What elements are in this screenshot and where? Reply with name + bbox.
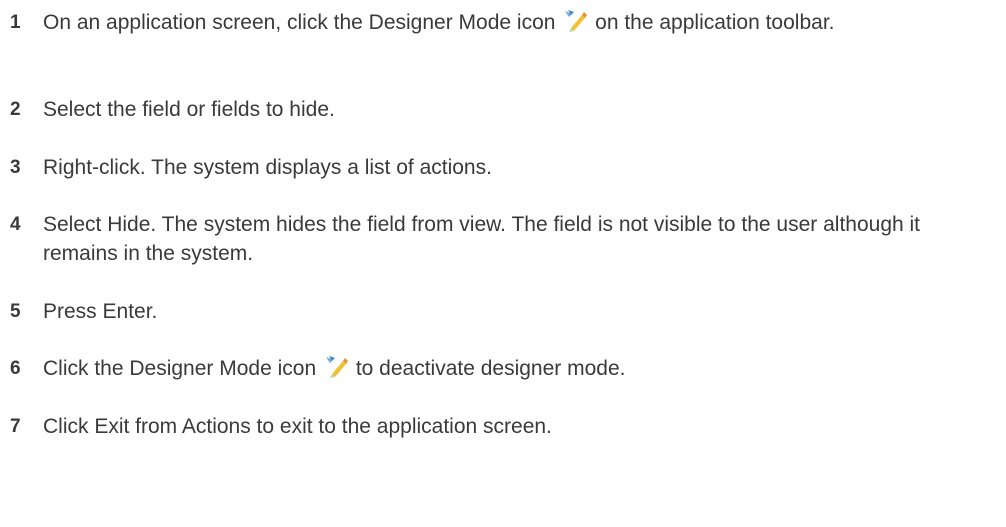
step-text-continued: on the application toolbar. [595,11,835,34]
step-6: 6 Click the Designer Mode icon to deacti… [10,354,1006,383]
step-text: On an application screen, click the Desi… [43,11,556,34]
step-number: 7 [10,416,21,437]
step-number: 5 [10,301,21,322]
step-3: 3 Right-click. The system displays a lis… [10,153,1006,182]
designer-mode-icon [323,354,349,380]
step-text: Press Enter. [43,300,158,323]
step-text: Right-click. The system displays a list … [43,156,492,179]
step-number: 4 [10,214,21,235]
step-text: Click Exit from Actions to exit to the a… [43,415,552,438]
step-text-continued: to deactivate designer mode. [355,357,626,380]
step-4: 4 Select Hide. The system hides the fiel… [10,210,1006,268]
step-7: 7 Click Exit from Actions to exit to the… [10,412,1006,441]
step-5: 5 Press Enter. [10,297,1006,326]
step-number: 6 [10,358,21,379]
step-2: 2 Select the field or fields to hide. [10,95,1006,124]
step-number: 3 [10,157,21,178]
step-text: Select Hide. The system hides the field … [43,213,921,265]
step-number: 2 [10,99,21,120]
step-text: Click the Designer Mode icon [43,357,317,380]
step-1: 1 On an application screen, click the De… [10,8,1006,37]
step-text: Select the field or fields to hide. [43,98,335,121]
designer-mode-icon [562,8,588,34]
step-number: 1 [10,12,21,33]
